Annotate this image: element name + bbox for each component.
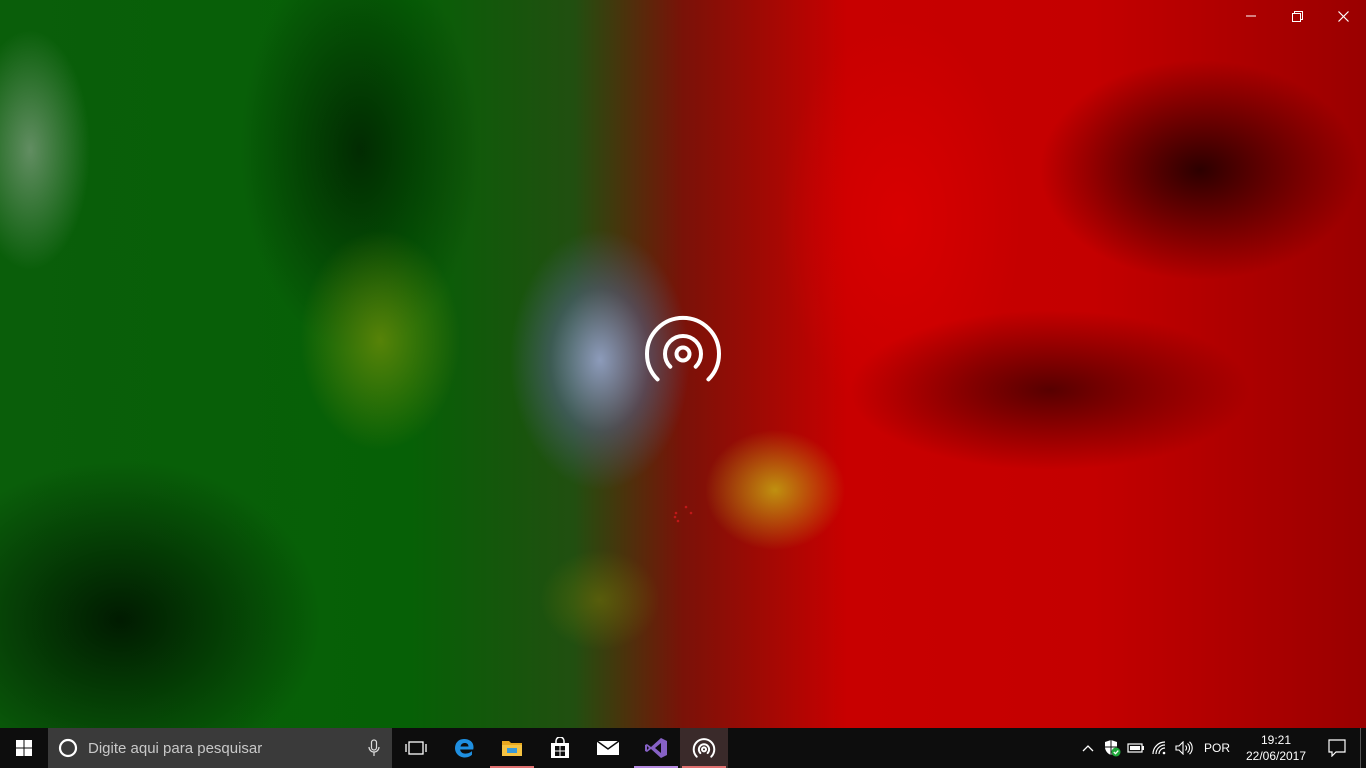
app-window [0,0,1366,728]
loading-spinner [673,505,693,523]
system-tray: POR 19:21 22/06/2017 [1076,728,1366,768]
notification-icon [1328,739,1346,757]
window-controls [1228,0,1366,32]
battery-icon [1127,743,1144,753]
language-indicator[interactable]: POR [1196,741,1238,755]
mail-button[interactable] [584,728,632,768]
store-icon [551,737,569,758]
action-center-button[interactable] [1314,728,1360,768]
task-view-button[interactable] [392,728,440,768]
windows-logo-icon [16,740,32,756]
search-placeholder: Digite aqui para pesquisar [88,739,263,757]
store-button[interactable] [536,728,584,768]
clock[interactable]: 19:21 22/06/2017 [1238,732,1314,764]
search-box[interactable]: Digite aqui para pesquisar [48,728,392,768]
clock-time: 19:21 [1260,733,1292,747]
close-icon [1337,10,1349,22]
visual-studio-button[interactable] [632,728,680,768]
taskbar-spacer [728,728,1076,768]
show-desktop-button[interactable] [1360,728,1366,768]
mail-icon [596,740,620,755]
network-tray-button[interactable] [1148,728,1172,768]
broadcast-icon [692,738,716,758]
visual-studio-icon [645,738,667,758]
file-explorer-button[interactable] [488,728,536,768]
edge-icon [455,739,474,758]
shield-icon [1104,740,1121,757]
broadcast-icon [645,315,721,382]
show-hidden-icons-button[interactable] [1076,728,1100,768]
battery-tray-button[interactable] [1124,728,1148,768]
folder-icon [502,741,522,756]
defender-tray-button[interactable] [1100,728,1124,768]
chevron-up-icon [1082,745,1094,752]
microphone-icon[interactable] [368,739,380,757]
wifi-icon [1152,741,1166,755]
clock-date: 22/06/2017 [1245,749,1307,763]
edge-button[interactable] [440,728,488,768]
volume-tray-button[interactable] [1172,728,1196,768]
start-button[interactable] [0,728,48,768]
minimize-icon [1246,15,1256,17]
cortana-icon [58,738,78,758]
restore-icon [1291,10,1303,22]
volume-icon [1175,741,1193,755]
task-view-icon [405,741,427,755]
close-button[interactable] [1320,0,1366,32]
minimize-button[interactable] [1228,0,1274,32]
restore-button[interactable] [1274,0,1320,32]
broadcast-app-button[interactable] [680,728,728,768]
taskbar: Digite aqui para pesquisar POR 19:21 22/… [0,728,1366,768]
